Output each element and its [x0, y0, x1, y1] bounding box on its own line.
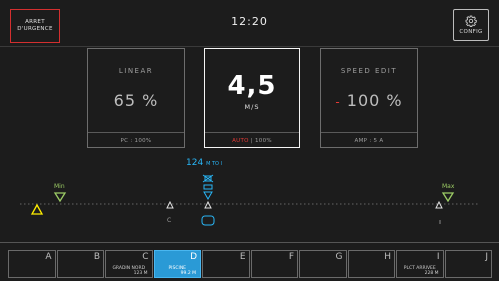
header-divider [0, 46, 499, 47]
position-readout: 124 M TO I [186, 158, 222, 168]
linear-footer: PC : 100% [120, 138, 152, 144]
min-label: Min [54, 183, 65, 190]
speed-value: 4,5 [227, 71, 277, 101]
speed-footer-divider [205, 132, 299, 133]
speed-mode: AUTO [232, 138, 249, 144]
gear-icon [465, 15, 477, 27]
config-label: CONFIG [459, 29, 483, 35]
position-suffix: M TO I [206, 161, 223, 167]
station-letter: A [45, 252, 52, 262]
station-distance: 99.2 M [180, 271, 196, 276]
warning-triangle-icon [30, 203, 44, 215]
speed-card[interactable]: 4,5 M/S AUTO | 100% [204, 48, 300, 148]
speed-edit-card[interactable]: SPEED EDIT - 100 % AMP : 5 A [320, 48, 418, 148]
min-marker-icon [53, 192, 67, 203]
station-letter: J [485, 252, 488, 262]
position-value: 124 [186, 158, 204, 168]
station-f[interactable]: F [250, 250, 298, 278]
station-letter: D [190, 252, 197, 262]
cart-icon [202, 174, 214, 201]
speed-edit-minus: - [335, 95, 341, 109]
station-h[interactable]: H [347, 250, 395, 278]
station-letter: F [288, 252, 294, 262]
linear-card[interactable]: LINEAR 65 % PC : 100% [87, 48, 185, 148]
track-diagram [20, 174, 480, 226]
station-i[interactable]: I PLCT ARRIVEE 228 M [396, 250, 444, 278]
speed-edit-footer-divider [321, 132, 417, 133]
station-i-marker-icon [435, 200, 443, 209]
current-position-marker-icon [204, 200, 212, 209]
station-letter: H [384, 252, 391, 262]
config-button[interactable]: CONFIG [453, 9, 489, 41]
station-bar: A B C GRADIN NORD 123 M D PISCINE 99.2 M… [8, 250, 492, 278]
station-e[interactable]: E [202, 250, 250, 278]
station-c-track-label: C [167, 217, 172, 224]
max-label: Max [442, 183, 455, 190]
station-letter: B [93, 252, 100, 262]
station-letter: G [335, 252, 343, 262]
station-b[interactable]: B [56, 250, 104, 278]
station-letter: I [436, 252, 440, 262]
speed-unit: M/S [244, 103, 260, 111]
speed-edit-value: 100 % [346, 91, 403, 110]
speed-edit-title: SPEED EDIT [340, 67, 398, 75]
stations-divider [0, 242, 499, 243]
speed-footer: AUTO | 100% [205, 138, 299, 144]
linear-title: LINEAR [118, 67, 154, 75]
station-letter: C [142, 252, 149, 262]
station-j[interactable]: J [444, 250, 492, 278]
station-c[interactable]: C GRADIN NORD 123 M [105, 250, 153, 278]
clock: 12:20 [231, 15, 268, 28]
station-g[interactable]: G [299, 250, 347, 278]
max-marker-icon [441, 192, 455, 203]
speed-edit-value-row: - 100 % [321, 91, 417, 110]
speed-percent: | 100% [248, 138, 272, 144]
station-letter: E [239, 252, 246, 262]
station-a[interactable]: A [8, 250, 56, 278]
speed-edit-footer: AMP : 5 A [354, 138, 384, 144]
current-station-marker [201, 215, 215, 226]
linear-footer-divider [88, 132, 184, 133]
linear-value: 65 % [113, 91, 159, 110]
station-distance: 123 M [133, 271, 148, 276]
station-d[interactable]: D PISCINE 99.2 M [153, 250, 201, 278]
station-distance: 228 M [424, 271, 439, 276]
station-c-marker-icon [166, 200, 174, 209]
